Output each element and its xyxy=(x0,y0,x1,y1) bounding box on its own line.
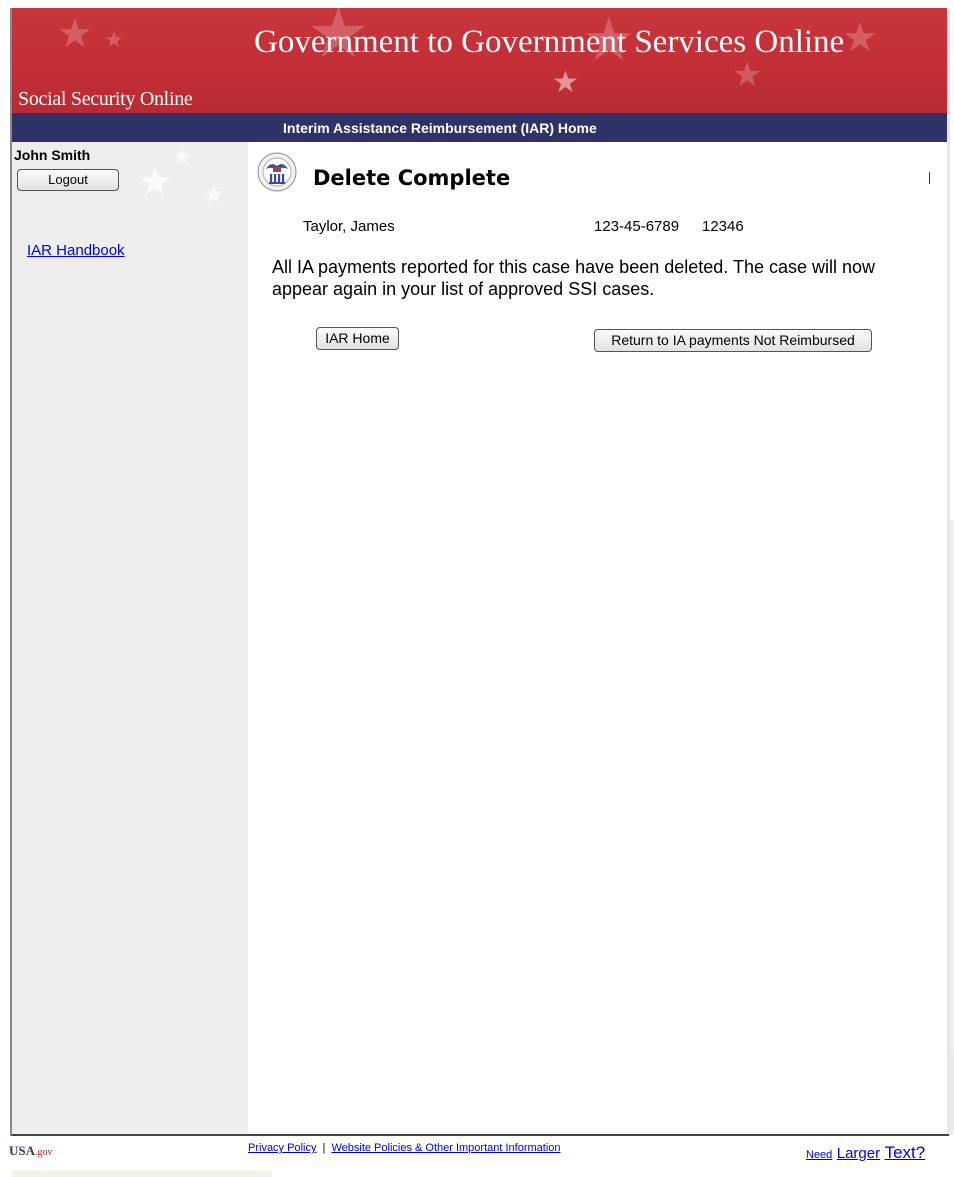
navbar-title: Interim Assistance Reimbursement (IAR) H… xyxy=(283,120,597,136)
case-ssn: 123-45-6789 xyxy=(594,218,680,235)
star-decoration: ★ xyxy=(552,65,579,100)
sidebar: ★ ★ ★ John Smith Logout IAR Handbook xyxy=(12,142,248,1134)
privacy-policy-link[interactable]: Privacy Policy xyxy=(248,1142,316,1154)
larger-text-link[interactable]: Need Larger Text? xyxy=(806,1143,925,1163)
user-name: John Smith xyxy=(14,147,91,163)
right-edge-bar xyxy=(950,520,954,1130)
star-decoration: ★ xyxy=(104,28,124,53)
header-banner: ★ ★ ★ ★ ★ ★ ★ Social Security Online Gov… xyxy=(12,8,947,113)
navbar: Interim Assistance Reimbursement (IAR) H… xyxy=(12,113,947,142)
case-name: Taylor, James xyxy=(303,218,395,235)
ssa-seal-icon xyxy=(257,152,297,192)
iar-handbook-link[interactable]: IAR Handbook xyxy=(27,242,125,259)
logout-button[interactable]: Logout xyxy=(17,169,119,191)
footer-links: Privacy Policy | Website Policies & Othe… xyxy=(248,1142,561,1154)
page-title: Delete Complete xyxy=(313,166,511,190)
return-to-ia-payments-button[interactable]: Return to IA payments Not Reimbursed xyxy=(594,329,872,352)
footer-divider xyxy=(12,1134,949,1136)
brand-name: Social Security Online xyxy=(18,88,193,110)
site-title: Government to Government Services Online xyxy=(254,24,845,60)
footer-separator: | xyxy=(322,1142,326,1154)
case-number: 12346 xyxy=(702,218,744,235)
larger-text-larger: Larger xyxy=(836,1145,881,1162)
iar-home-button[interactable]: IAR Home xyxy=(316,327,399,350)
website-policies-link[interactable]: Website Policies & Other Important Infor… xyxy=(331,1142,560,1154)
text-cursor-mark xyxy=(929,172,930,184)
right-edge-bar xyxy=(948,1050,953,1135)
footer-band xyxy=(12,1170,272,1177)
star-decoration: ★ xyxy=(57,11,93,57)
usa-gov-logo[interactable]: USA.gov xyxy=(9,1143,53,1159)
confirmation-message: All IA payments reported for this case h… xyxy=(272,257,876,299)
larger-text-need: Need xyxy=(806,1149,833,1161)
larger-text-text: Text? xyxy=(884,1143,926,1162)
